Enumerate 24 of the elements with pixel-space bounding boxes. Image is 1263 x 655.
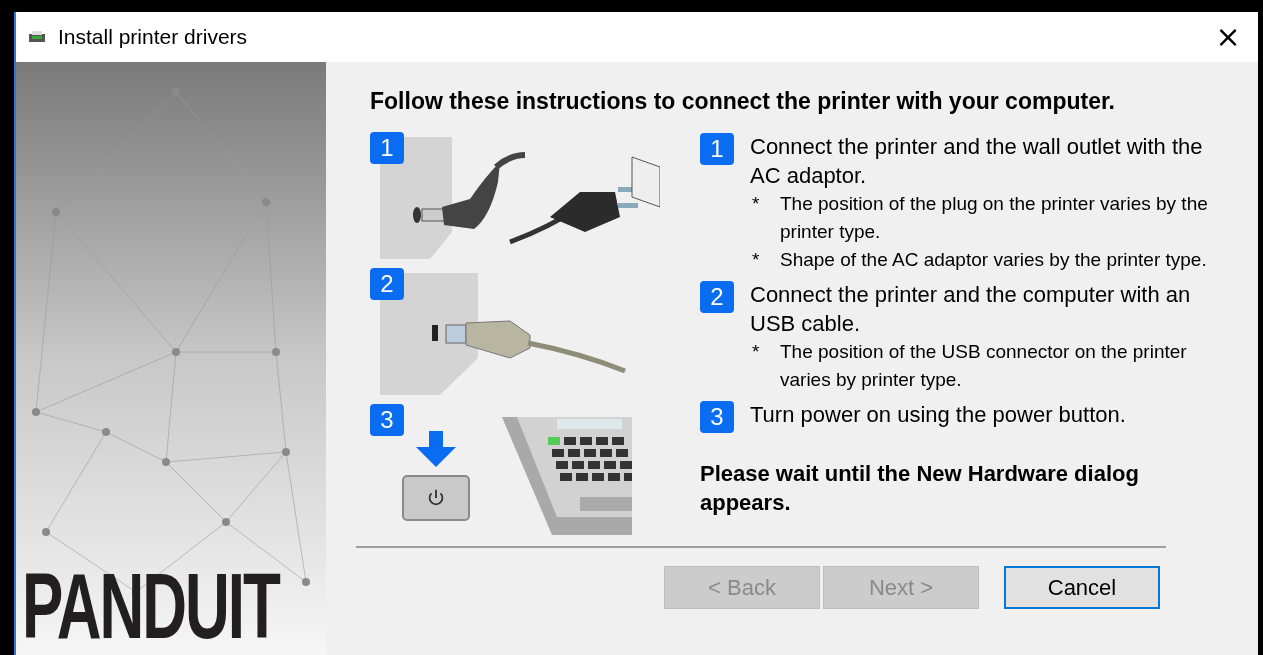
- window-title: Install printer drivers: [58, 24, 248, 51]
- step-number-badge: 1: [370, 132, 404, 164]
- note-text: The position of the plug on the printer varies by the printer type.: [780, 192, 1209, 244]
- note-asterisk: *: [751, 192, 761, 216]
- step-text: Connect the printer and the computer with an USB cable.: [750, 281, 1192, 338]
- step-number-badge: 2: [370, 268, 404, 300]
- step-number-badge: 1: [700, 133, 734, 165]
- note-text: Shape of the AC adaptor varies by the printer type.: [780, 248, 1208, 272]
- close-button[interactable]: ×: [1198, 17, 1258, 57]
- step-text: Turn power on using the power button.: [750, 401, 1127, 429]
- step-number-badge: 3: [700, 401, 734, 433]
- instructions-heading: Follow these instructions to connect the printer with your computer.: [370, 88, 1116, 114]
- step-number-badge: 3: [370, 404, 404, 436]
- note-asterisk: *: [751, 340, 761, 364]
- step-text: Connect the printer and the wall outlet with the AC adaptor.: [750, 133, 1204, 190]
- note-text: The position of the USB connector on the printer varies by printer type.: [780, 340, 1188, 392]
- logo: PANDUIT: [22, 560, 279, 653]
- power-button-drawing: [402, 475, 470, 521]
- wait-message: Please wait until the New Hardware dialog appears.: [700, 460, 1140, 517]
- down-arrow-icon: [416, 431, 456, 467]
- note-asterisk: *: [751, 248, 761, 272]
- step-number-badge: 2: [700, 281, 734, 313]
- wizard-button[interactable]: Cancel: [1004, 566, 1160, 609]
- printer-icon: [28, 30, 46, 44]
